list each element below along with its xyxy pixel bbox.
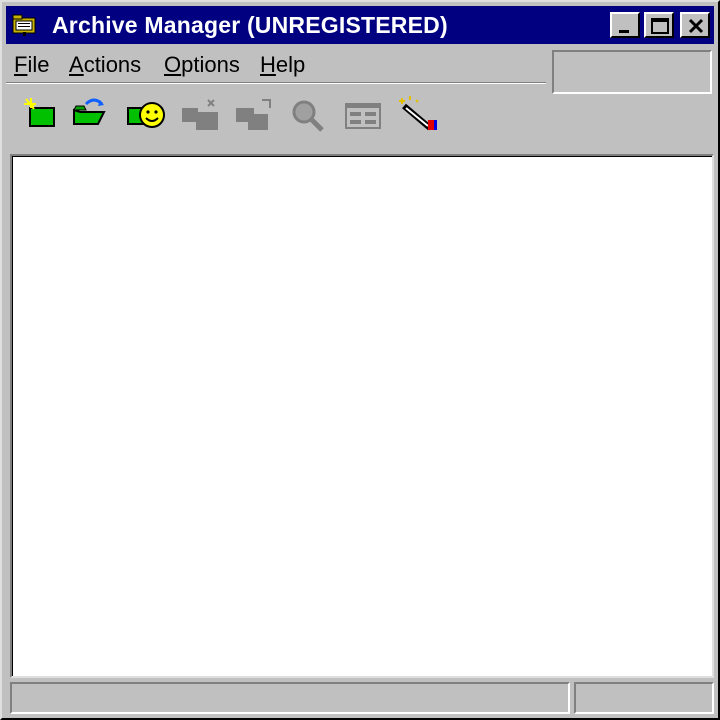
wizard-button[interactable] — [124, 94, 168, 134]
close-icon — [688, 18, 704, 34]
view-file-button[interactable] — [286, 94, 330, 134]
menu-actions[interactable]: Actions — [69, 52, 141, 78]
view-file-icon — [292, 100, 324, 132]
properties-button[interactable] — [340, 94, 384, 134]
extract-files-button[interactable] — [232, 94, 276, 134]
menu-bar: File Actions Options Help — [6, 48, 546, 80]
minimize-icon — [619, 30, 629, 33]
open-archive-button[interactable] — [70, 94, 114, 134]
add-files-button[interactable] — [178, 94, 222, 134]
status-bar-right — [574, 682, 714, 714]
status-bar-left — [10, 682, 570, 714]
wand-icon — [399, 96, 437, 131]
extract-files-icon — [236, 99, 271, 130]
new-archive-icon — [24, 98, 55, 127]
add-files-icon — [182, 99, 218, 130]
properties-icon — [345, 103, 381, 129]
archive-contents-pane[interactable] — [10, 154, 714, 678]
minimize-button[interactable] — [610, 12, 640, 38]
toolbar — [8, 86, 548, 142]
top-right-field — [552, 50, 712, 94]
menu-separator — [6, 82, 546, 84]
smiley-wizard-icon — [127, 102, 165, 128]
open-archive-icon — [73, 98, 106, 125]
menu-help[interactable]: Help — [260, 52, 305, 78]
new-archive-button[interactable] — [20, 94, 64, 134]
window-title: Archive Manager (UNREGISTERED) — [52, 12, 448, 38]
archive-folder-icon[interactable] — [12, 13, 38, 37]
wand-button[interactable] — [396, 94, 440, 134]
app-window: Archive Manager (UNREGISTERED) File Acti… — [0, 0, 720, 720]
menu-options[interactable]: Options — [164, 52, 240, 78]
title-bar[interactable]: Archive Manager (UNREGISTERED) — [6, 6, 714, 44]
menu-file[interactable]: File — [14, 52, 49, 78]
maximize-icon — [651, 18, 669, 34]
close-button[interactable] — [680, 12, 710, 38]
maximize-button[interactable] — [644, 12, 674, 38]
